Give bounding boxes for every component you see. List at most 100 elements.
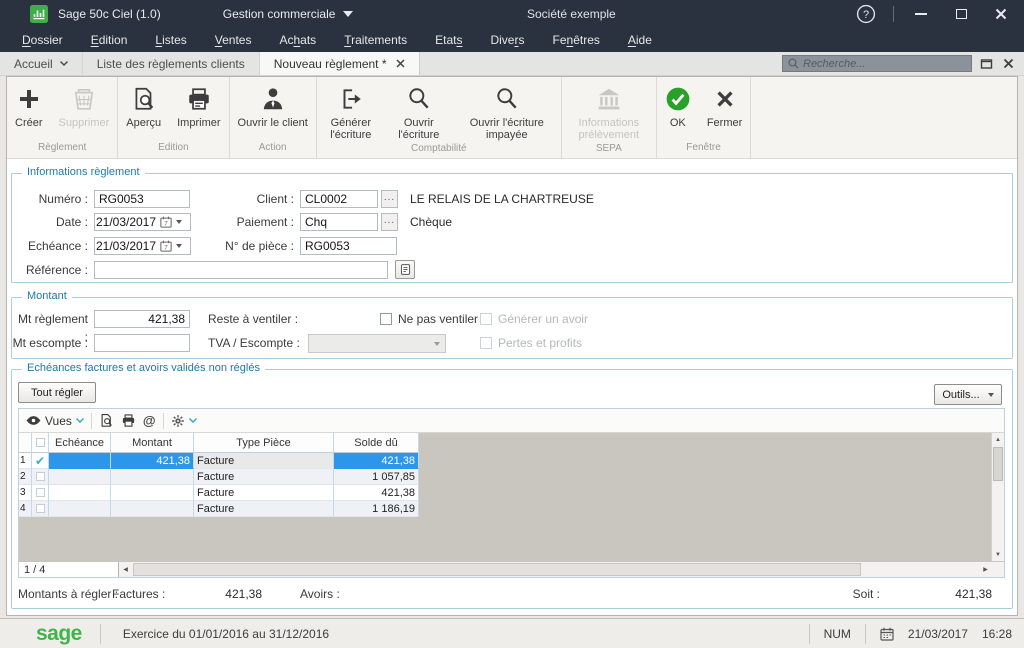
cell-type[interactable]: Facture <box>194 469 334 485</box>
table-row[interactable]: 1✔ 421,38Facture421,38 <box>19 453 420 469</box>
cell-num[interactable]: 1 <box>19 453 32 469</box>
ne-pas-ventiler-checkbox[interactable] <box>380 313 392 325</box>
mt-escompte-field[interactable] <box>94 334 190 352</box>
tab-nouveau-reglement[interactable]: Nouveau règlement * <box>260 52 420 75</box>
ouvrir-ecriture-button[interactable]: Ouvrir l'écriture <box>385 77 453 141</box>
piece-field[interactable]: RG0053 <box>300 237 397 255</box>
module-selector[interactable]: Gestion commerciale <box>223 7 354 21</box>
paiement-field[interactable]: Chq <box>300 213 378 231</box>
tab-accueil[interactable]: Accueil <box>0 52 83 75</box>
cell-type[interactable]: Facture <box>194 453 334 469</box>
chevron-down-icon[interactable] <box>176 244 182 248</box>
tva-escompte-select[interactable] <box>308 334 446 353</box>
table-row[interactable]: 3 Facture421,38 <box>19 485 420 501</box>
cell-echeance[interactable] <box>49 485 111 501</box>
menu-dossier[interactable]: Dossier <box>8 33 77 47</box>
table-settings-button[interactable] <box>171 414 197 428</box>
email-button[interactable]: @ <box>143 413 156 428</box>
cell-num[interactable]: 2 <box>19 469 32 485</box>
tab-liste-reglements[interactable]: Liste des règlements clients <box>83 52 260 75</box>
client-lookup-button[interactable]: ... <box>381 190 398 208</box>
ok-button[interactable]: OK <box>657 77 699 129</box>
mt-reglement-field[interactable]: 421,38 <box>94 310 190 328</box>
header-solde-du[interactable]: Solde dû <box>334 433 419 453</box>
scroll-left-icon[interactable]: ◀ <box>119 562 132 577</box>
row-checkbox[interactable] <box>32 485 49 501</box>
cell-montant[interactable] <box>111 501 194 517</box>
generer-avoir-checkbox[interactable] <box>480 313 492 325</box>
close-tab-icon[interactable] <box>396 59 405 68</box>
cell-montant[interactable] <box>111 469 194 485</box>
maximize-button[interactable] <box>948 4 974 24</box>
apercu-button[interactable]: Aperçu <box>118 77 169 129</box>
header-type-piece[interactable]: Type Pièce <box>194 433 334 453</box>
numero-field[interactable]: RG0053 <box>94 190 190 208</box>
table-row[interactable]: 4 Facture1 186,19 <box>19 501 420 517</box>
row-checkbox[interactable] <box>32 501 49 517</box>
scrollbar-thumb[interactable] <box>993 447 1003 481</box>
pertes-profits-checkbox[interactable] <box>480 337 492 349</box>
menu-ventes[interactable]: Ventes <box>201 33 266 47</box>
cell-echeance[interactable] <box>49 501 111 517</box>
menu-etats[interactable]: Etats <box>421 33 476 47</box>
client-field[interactable]: CL0002 <box>300 190 378 208</box>
paiement-lookup-button[interactable]: ... <box>381 213 398 231</box>
date-field[interactable]: 21/03/2017 7 <box>94 213 191 231</box>
close-pane-icon[interactable] <box>1003 58 1014 69</box>
ouvrir-ecriture-impayee-button[interactable]: Ouvrir l'écriture impayée <box>453 77 561 141</box>
cell-solde[interactable]: 1 057,85 <box>334 469 419 485</box>
menu-edition[interactable]: Edition <box>77 33 142 47</box>
vertical-scrollbar[interactable]: ▲ ▼ <box>991 433 1004 561</box>
table-print-button[interactable] <box>121 413 136 428</box>
menu-divers[interactable]: Divers <box>476 33 538 47</box>
informations-prelevement-button[interactable]: Informations prélèvement <box>562 77 656 141</box>
cell-solde[interactable]: 421,38 <box>334 453 419 469</box>
outils-button[interactable]: Outils... <box>934 384 1002 405</box>
generer-ecriture-button[interactable]: Générer l'écriture <box>317 77 385 141</box>
fermer-button[interactable]: Fermer <box>699 77 750 129</box>
header-echeance[interactable]: Echéance <box>49 433 111 453</box>
menu-fenêtres[interactable]: Fenêtres <box>538 33 613 47</box>
menu-achats[interactable]: Achats <box>265 33 330 47</box>
cell-num[interactable]: 4 <box>19 501 32 517</box>
scroll-down-icon[interactable]: ▼ <box>992 548 1004 561</box>
chevron-down-icon[interactable] <box>176 220 182 224</box>
minimize-button[interactable] <box>908 4 934 24</box>
row-checkbox[interactable] <box>32 469 49 485</box>
search-input[interactable] <box>803 58 966 70</box>
cell-solde[interactable]: 1 186,19 <box>334 501 419 517</box>
header-checkbox[interactable] <box>32 433 49 453</box>
echeance-field[interactable]: 21/03/2017 7 <box>94 237 191 255</box>
cell-solde[interactable]: 421,38 <box>334 485 419 501</box>
creer-button[interactable]: Créer <box>7 77 51 129</box>
menu-aide[interactable]: Aide <box>614 33 666 47</box>
table-row[interactable]: 2 Facture1 057,85 <box>19 469 420 485</box>
cell-echeance[interactable] <box>49 469 111 485</box>
header-montant[interactable]: Montant <box>111 433 194 453</box>
imprimer-button[interactable]: Imprimer <box>169 77 228 129</box>
row-check-icon[interactable]: ✔ <box>32 453 49 469</box>
reference-field[interactable] <box>94 261 388 279</box>
cell-num[interactable]: 3 <box>19 485 32 501</box>
help-icon[interactable]: ? <box>853 4 879 24</box>
float-window-icon[interactable] <box>980 58 993 70</box>
cell-montant[interactable] <box>111 485 194 501</box>
horizontal-scrollbar[interactable] <box>132 562 979 577</box>
scroll-right-icon[interactable]: ▶ <box>979 562 992 577</box>
header-row-number[interactable] <box>19 433 32 453</box>
scrollbar-thumb[interactable] <box>133 563 861 576</box>
vues-button[interactable]: Vues <box>26 414 84 428</box>
note-button[interactable] <box>395 260 415 279</box>
ouvrir-client-button[interactable]: Ouvrir le client <box>230 77 316 129</box>
cell-type[interactable]: Facture <box>194 485 334 501</box>
cell-type[interactable]: Facture <box>194 501 334 517</box>
menu-traitements[interactable]: Traitements <box>330 33 421 47</box>
supprimer-button[interactable]: Supprimer <box>51 77 118 129</box>
close-button[interactable] <box>988 4 1014 24</box>
scroll-up-icon[interactable]: ▲ <box>992 433 1004 446</box>
cell-echeance[interactable] <box>49 453 111 469</box>
tout-regler-button[interactable]: Tout régler <box>18 382 96 403</box>
table-preview-button[interactable] <box>99 413 114 428</box>
menu-listes[interactable]: Listes <box>141 33 200 47</box>
cell-montant[interactable]: 421,38 <box>111 453 194 469</box>
